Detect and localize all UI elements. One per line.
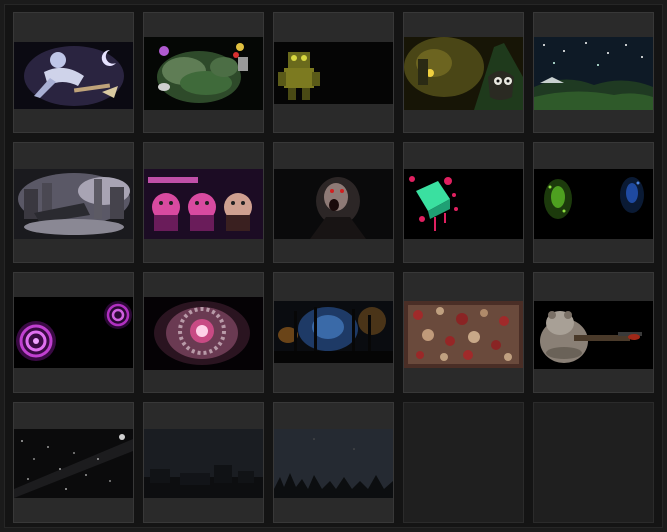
thumbnail-title (14, 504, 133, 522)
thumbnail-title (14, 244, 133, 262)
dark-buildings-thumbnail (144, 429, 263, 498)
thumbnail-tile-18[interactable] (273, 402, 394, 523)
thumbnail-tile-8[interactable] (273, 142, 394, 263)
purple-spirals-thumbnail (14, 297, 133, 368)
pink-orb-thumbnail (144, 297, 263, 370)
thumbnail-tile-14[interactable] (403, 272, 524, 393)
grey-starfield-thumbnail (14, 429, 133, 498)
thumbnail-title (274, 374, 393, 392)
thumbnail-title (534, 374, 653, 392)
thumbnail-tile-15[interactable] (533, 272, 654, 393)
thumbnail-title (404, 114, 523, 132)
thumbnail-tile-3[interactable] (273, 12, 394, 133)
thumbnail-title (404, 374, 523, 392)
misty-forest-thumbnail (144, 37, 263, 110)
bearded-faces-thumbnail (144, 169, 263, 239)
thumbnail-tile-16[interactable] (13, 402, 134, 523)
thumbnail-tile-9[interactable] (403, 142, 524, 263)
thumbnail-title (144, 114, 263, 132)
dark-forest-thumbnail (274, 429, 393, 498)
thumbnail-tile-1[interactable] (13, 12, 134, 133)
thumbnail-title (144, 244, 263, 262)
thumbnail-tile-11[interactable] (13, 272, 134, 393)
thumbnail-title (274, 504, 393, 522)
haunted-forest-thumbnail (274, 301, 393, 363)
thumbnail-title (534, 114, 653, 132)
thumbnail-tile-5[interactable] (533, 12, 654, 133)
thumbnail-tile-13[interactable] (273, 272, 394, 393)
empty-tile-slot-2 (533, 402, 654, 523)
thumbnail-title (144, 374, 263, 392)
thumbnail-tile-17[interactable] (143, 402, 264, 523)
thumbnail-tile-6[interactable] (13, 142, 134, 263)
witch-on-broom-thumbnail (14, 42, 133, 109)
thumbnail-title (274, 114, 393, 132)
thumbnail-title (14, 374, 133, 392)
thumbnail-title (144, 504, 263, 522)
particle-glow-thumbnail (534, 169, 653, 239)
thumbnail-title (14, 114, 133, 132)
thumbnail-tile-7[interactable] (143, 142, 264, 263)
empty-tile-slot-1 (403, 402, 524, 523)
thumbnail-tile-10[interactable] (533, 142, 654, 263)
thumbnail-title (274, 244, 393, 262)
thumbnail-grid (13, 12, 655, 526)
night-hills-thumbnail (534, 37, 653, 110)
thumbnail-title (534, 244, 653, 262)
thumbnail-tile-2[interactable] (143, 12, 264, 133)
lantern-cave-thumbnail (404, 37, 523, 110)
foggy-town-thumbnail (14, 169, 133, 239)
vampire-face-thumbnail (274, 169, 393, 239)
bear-shotgun-thumbnail (534, 301, 653, 369)
thumbnail-tile-12[interactable] (143, 272, 264, 393)
thumbnail-tile-4[interactable] (403, 12, 524, 133)
green-cube-thumbnail (404, 169, 523, 239)
yellow-robot-thumbnail (274, 42, 393, 104)
thumbnail-title (404, 244, 523, 262)
red-leaves-thumbnail (404, 301, 523, 368)
